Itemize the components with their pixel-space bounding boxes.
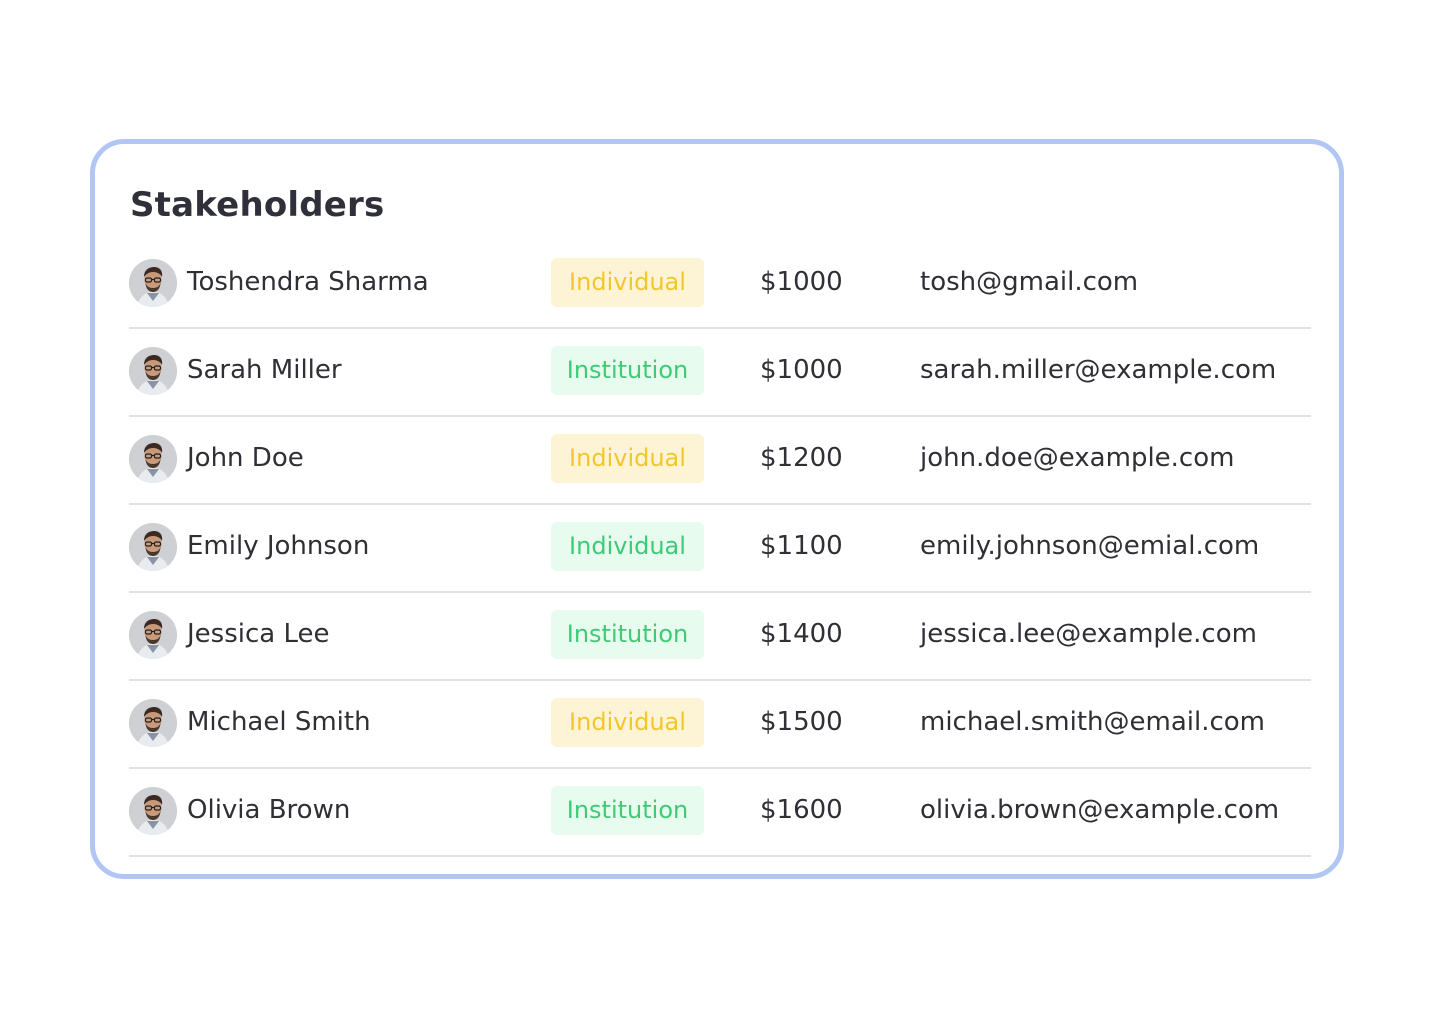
stakeholder-amount: $1200 <box>760 443 843 473</box>
table-row[interactable]: Jessica Lee Institution $1400 jessica.le… <box>129 593 1311 681</box>
person-avatar-icon <box>129 259 177 307</box>
stakeholder-amount: $1400 <box>760 619 843 649</box>
person-avatar-icon <box>129 523 177 571</box>
stakeholder-type-badge: Institution <box>551 346 704 395</box>
table-row[interactable]: Olivia Brown Institution $1600 olivia.br… <box>129 769 1311 857</box>
stakeholder-type-badge: Individual <box>551 258 704 307</box>
stakeholder-type-badge: Individual <box>551 434 704 483</box>
stakeholder-amount: $1100 <box>760 531 843 561</box>
card-title: Stakeholders <box>130 185 385 225</box>
stakeholder-type-badge: Institution <box>551 610 704 659</box>
table-row[interactable]: John Doe Individual $1200 john.doe@examp… <box>129 417 1311 505</box>
stakeholder-amount: $1000 <box>760 355 843 385</box>
stakeholder-amount: $1600 <box>760 795 843 825</box>
stakeholder-amount: $1500 <box>760 707 843 737</box>
stakeholder-name: Emily Johnson <box>187 531 370 561</box>
stakeholder-type-badge: Individual <box>551 522 704 571</box>
stakeholder-email[interactable]: sarah.miller@example.com <box>920 355 1276 385</box>
stakeholders-card: Stakeholders Toshendra Sharma Individual… <box>90 139 1344 879</box>
stakeholder-name: John Doe <box>187 443 304 473</box>
stakeholder-type-badge: Individual <box>551 698 704 747</box>
stakeholders-table: Toshendra Sharma Individual $1000 tosh@g… <box>129 241 1311 857</box>
table-row[interactable]: Michael Smith Individual $1500 michael.s… <box>129 681 1311 769</box>
stakeholder-name: Toshendra Sharma <box>187 267 429 297</box>
table-row[interactable]: Emily Johnson Individual $1100 emily.joh… <box>129 505 1311 593</box>
stakeholder-type-badge: Institution <box>551 786 704 835</box>
stakeholder-email[interactable]: michael.smith@email.com <box>920 707 1265 737</box>
person-avatar-icon <box>129 611 177 659</box>
stakeholder-email[interactable]: jessica.lee@example.com <box>920 619 1257 649</box>
stakeholder-name: Jessica Lee <box>187 619 330 649</box>
stakeholder-email[interactable]: john.doe@example.com <box>920 443 1234 473</box>
stakeholder-email[interactable]: tosh@gmail.com <box>920 267 1138 297</box>
stakeholder-amount: $1000 <box>760 267 843 297</box>
person-avatar-icon <box>129 699 177 747</box>
stakeholder-name: Olivia Brown <box>187 795 351 825</box>
stakeholder-name: Michael Smith <box>187 707 371 737</box>
person-avatar-icon <box>129 435 177 483</box>
person-avatar-icon <box>129 787 177 835</box>
stakeholder-name: Sarah Miller <box>187 355 342 385</box>
person-avatar-icon <box>129 347 177 395</box>
table-row[interactable]: Sarah Miller Institution $1000 sarah.mil… <box>129 329 1311 417</box>
stakeholder-email[interactable]: emily.johnson@emial.com <box>920 531 1259 561</box>
stakeholder-email[interactable]: olivia.brown@example.com <box>920 795 1279 825</box>
table-row[interactable]: Toshendra Sharma Individual $1000 tosh@g… <box>129 241 1311 329</box>
